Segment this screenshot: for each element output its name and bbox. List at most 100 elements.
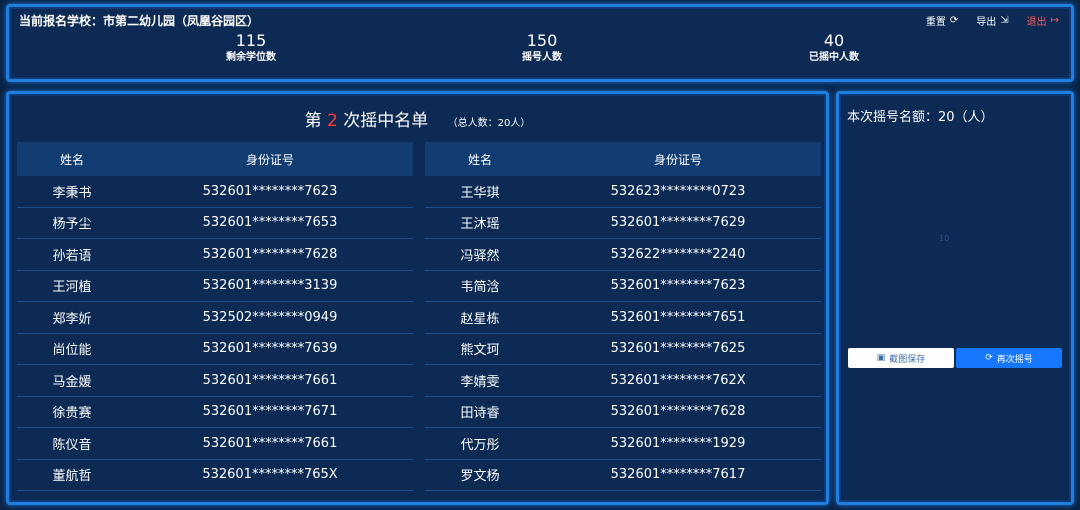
- table-header: 姓名 身份证号: [425, 142, 821, 176]
- header-actions: 重置 ⟳ 导出 ⇲ 退出 ↦: [926, 13, 1059, 28]
- student-name: 韦简浛: [460, 280, 500, 296]
- table-row: 李婧雯 532601********762X: [425, 365, 821, 397]
- table-row: 孙若语 532601********7628: [17, 239, 413, 271]
- winners-table-right: 姓名 身份证号 王华琪 532623********0723 王沐瑶 532601**…: [425, 142, 821, 491]
- student-name: 郑李妡: [52, 311, 92, 327]
- refresh-icon: ⟳: [985, 353, 993, 363]
- id-number: 532601********7628: [610, 404, 746, 420]
- stat-value: 115: [235, 31, 267, 50]
- winners-table-left: 姓名 身份证号 李秉书 532601********7623 杨予尘 532601**…: [17, 142, 413, 491]
- id-number: 532601********765X: [202, 467, 338, 483]
- id-number: 532502********0949: [202, 309, 338, 325]
- id-number: 532601********7661: [202, 435, 338, 451]
- total-count: （总人数：20人）: [447, 118, 531, 129]
- id-number: 532622********2240: [610, 246, 746, 262]
- student-name: 赵星栋: [460, 311, 500, 327]
- stat-remaining-seats: 115 剩余学位数: [181, 31, 321, 65]
- student-name: 徐贵赛: [52, 406, 92, 422]
- student-name: 陈仪音: [52, 437, 92, 453]
- id-number: 532623********0723: [610, 183, 746, 199]
- reset-label: 重置: [925, 17, 946, 28]
- id-number: 532601********7623: [202, 183, 338, 199]
- id-number: 532601********3139: [202, 278, 338, 294]
- draw-display: 10: [939, 234, 950, 243]
- stat-value: 150: [526, 31, 558, 50]
- table-body: 李秉书 532601********7623 杨予尘 532601********76…: [17, 176, 413, 491]
- table-row: 田诗睿 532601********7628: [425, 397, 821, 428]
- stat-lottery-count: 150 摇号人数: [472, 31, 612, 65]
- stat-label: 已摇中人数: [809, 52, 859, 63]
- exit-button[interactable]: 退出 ↦: [1027, 13, 1059, 28]
- stat-selected-count: 40 已摇中人数: [764, 31, 904, 65]
- student-name: 王沐瑶: [460, 217, 500, 233]
- winners-list-panel: 第 2 次摇中名单 （总人数：20人） 姓名 身份证号 李秉书 532601***…: [6, 91, 829, 505]
- id-number: 532601********7629: [610, 215, 746, 231]
- table-row: 马金媛 532601********7661: [17, 365, 413, 397]
- table-row: 王河植 532601********3139: [17, 271, 413, 302]
- quota-text: 本次摇号名额：20（人）: [847, 110, 994, 125]
- id-number: 532601********7617: [610, 467, 746, 483]
- stat-label: 剩余学位数: [226, 52, 276, 63]
- header-panel: 当前报名学校：市第二幼儿园（凤凰谷园区） 重置 ⟳ 导出 ⇲ 退出 ↦ 115 …: [6, 4, 1074, 82]
- export-label: 导出: [976, 17, 997, 28]
- column-header-name: 姓名: [59, 152, 84, 167]
- id-number: 532601********1929: [610, 435, 746, 451]
- table-row: 熊文珂 532601********7625: [425, 334, 821, 365]
- title-suffix: 次摇中名单: [343, 111, 429, 131]
- table-row: 韦简浛 532601********7623: [425, 271, 821, 302]
- lottery-control-panel: 本次摇号名额：20（人） 10 ▣ 截图保存 ⟳ 再次摇号: [836, 91, 1074, 505]
- table-row: 李秉书 532601********7623: [17, 176, 413, 208]
- again-label: 再次摇号: [996, 354, 1033, 365]
- id-number: 532601********762X: [610, 372, 746, 388]
- table-row: 郑李妡 532502********0949: [17, 302, 413, 334]
- id-number: 532601********7653: [202, 215, 338, 231]
- student-name: 冯驿然: [460, 248, 500, 264]
- student-name: 杨予尘: [52, 217, 92, 233]
- id-number: 532601********7628: [202, 246, 338, 262]
- redraw-button[interactable]: ⟳ 再次摇号: [956, 348, 1062, 368]
- table-row: 徐贵赛 532601********7671: [17, 397, 413, 428]
- student-name: 尚位能: [52, 343, 92, 359]
- student-name: 李秉书: [52, 185, 92, 201]
- table-row: 冯驿然 532622********2240: [425, 239, 821, 271]
- screenshot-save-button[interactable]: ▣ 截图保存: [848, 348, 954, 368]
- id-number: 532601********7661: [202, 372, 338, 388]
- student-name: 王华琪: [460, 185, 500, 201]
- table-row: 董航哲 532601********765X: [17, 460, 413, 491]
- id-number: 532601********7625: [610, 341, 746, 357]
- list-title: 第 2 次摇中名单 （总人数：20人）: [9, 106, 826, 131]
- table-row: 王华琪 532623********0723: [425, 176, 821, 208]
- export-button[interactable]: 导出 ⇲: [976, 13, 1008, 28]
- student-name: 代万彤: [460, 437, 500, 453]
- table-row: 罗文杨 532601********7617: [425, 460, 821, 491]
- table-row: 尚位能 532601********7639: [17, 334, 413, 365]
- student-name: 熊文珂: [460, 343, 500, 359]
- student-name: 王河植: [52, 280, 92, 296]
- student-name: 田诗睿: [460, 406, 500, 422]
- stat-value: 40: [823, 31, 845, 50]
- id-number: 532601********7651: [610, 309, 746, 325]
- exit-label: 退出: [1026, 17, 1047, 28]
- student-name: 马金媛: [52, 374, 92, 390]
- table-row: 王沐瑶 532601********7629: [425, 208, 821, 239]
- table-header: 姓名 身份证号: [17, 142, 413, 176]
- stat-label: 摇号人数: [522, 52, 562, 63]
- refresh-icon: ⟳: [949, 15, 959, 26]
- id-number: 532601********7623: [610, 278, 746, 294]
- table-row: 赵星栋 532601********7651: [425, 302, 821, 334]
- column-header-name: 姓名: [467, 152, 492, 167]
- student-name: 孙若语: [52, 248, 92, 264]
- column-header-id: 身份证号: [653, 152, 702, 167]
- table-row: 杨予尘 532601********7653: [17, 208, 413, 239]
- save-icon: ▣: [876, 353, 886, 363]
- table-row: 陈仪音 532601********7661: [17, 428, 413, 460]
- logout-icon: ↦: [1050, 15, 1059, 26]
- save-label: 截图保存: [889, 354, 926, 365]
- id-number: 532601********7671: [202, 404, 338, 420]
- school-title: 当前报名学校：市第二幼儿园（凤凰谷园区）: [19, 14, 260, 28]
- reset-button[interactable]: 重置 ⟳: [926, 13, 958, 28]
- table-body: 王华琪 532623********0723 王沐瑶 532601********76…: [425, 176, 821, 491]
- student-name: 罗文杨: [460, 469, 500, 485]
- column-header-id: 身份证号: [245, 152, 294, 167]
- id-number: 532601********7639: [202, 341, 338, 357]
